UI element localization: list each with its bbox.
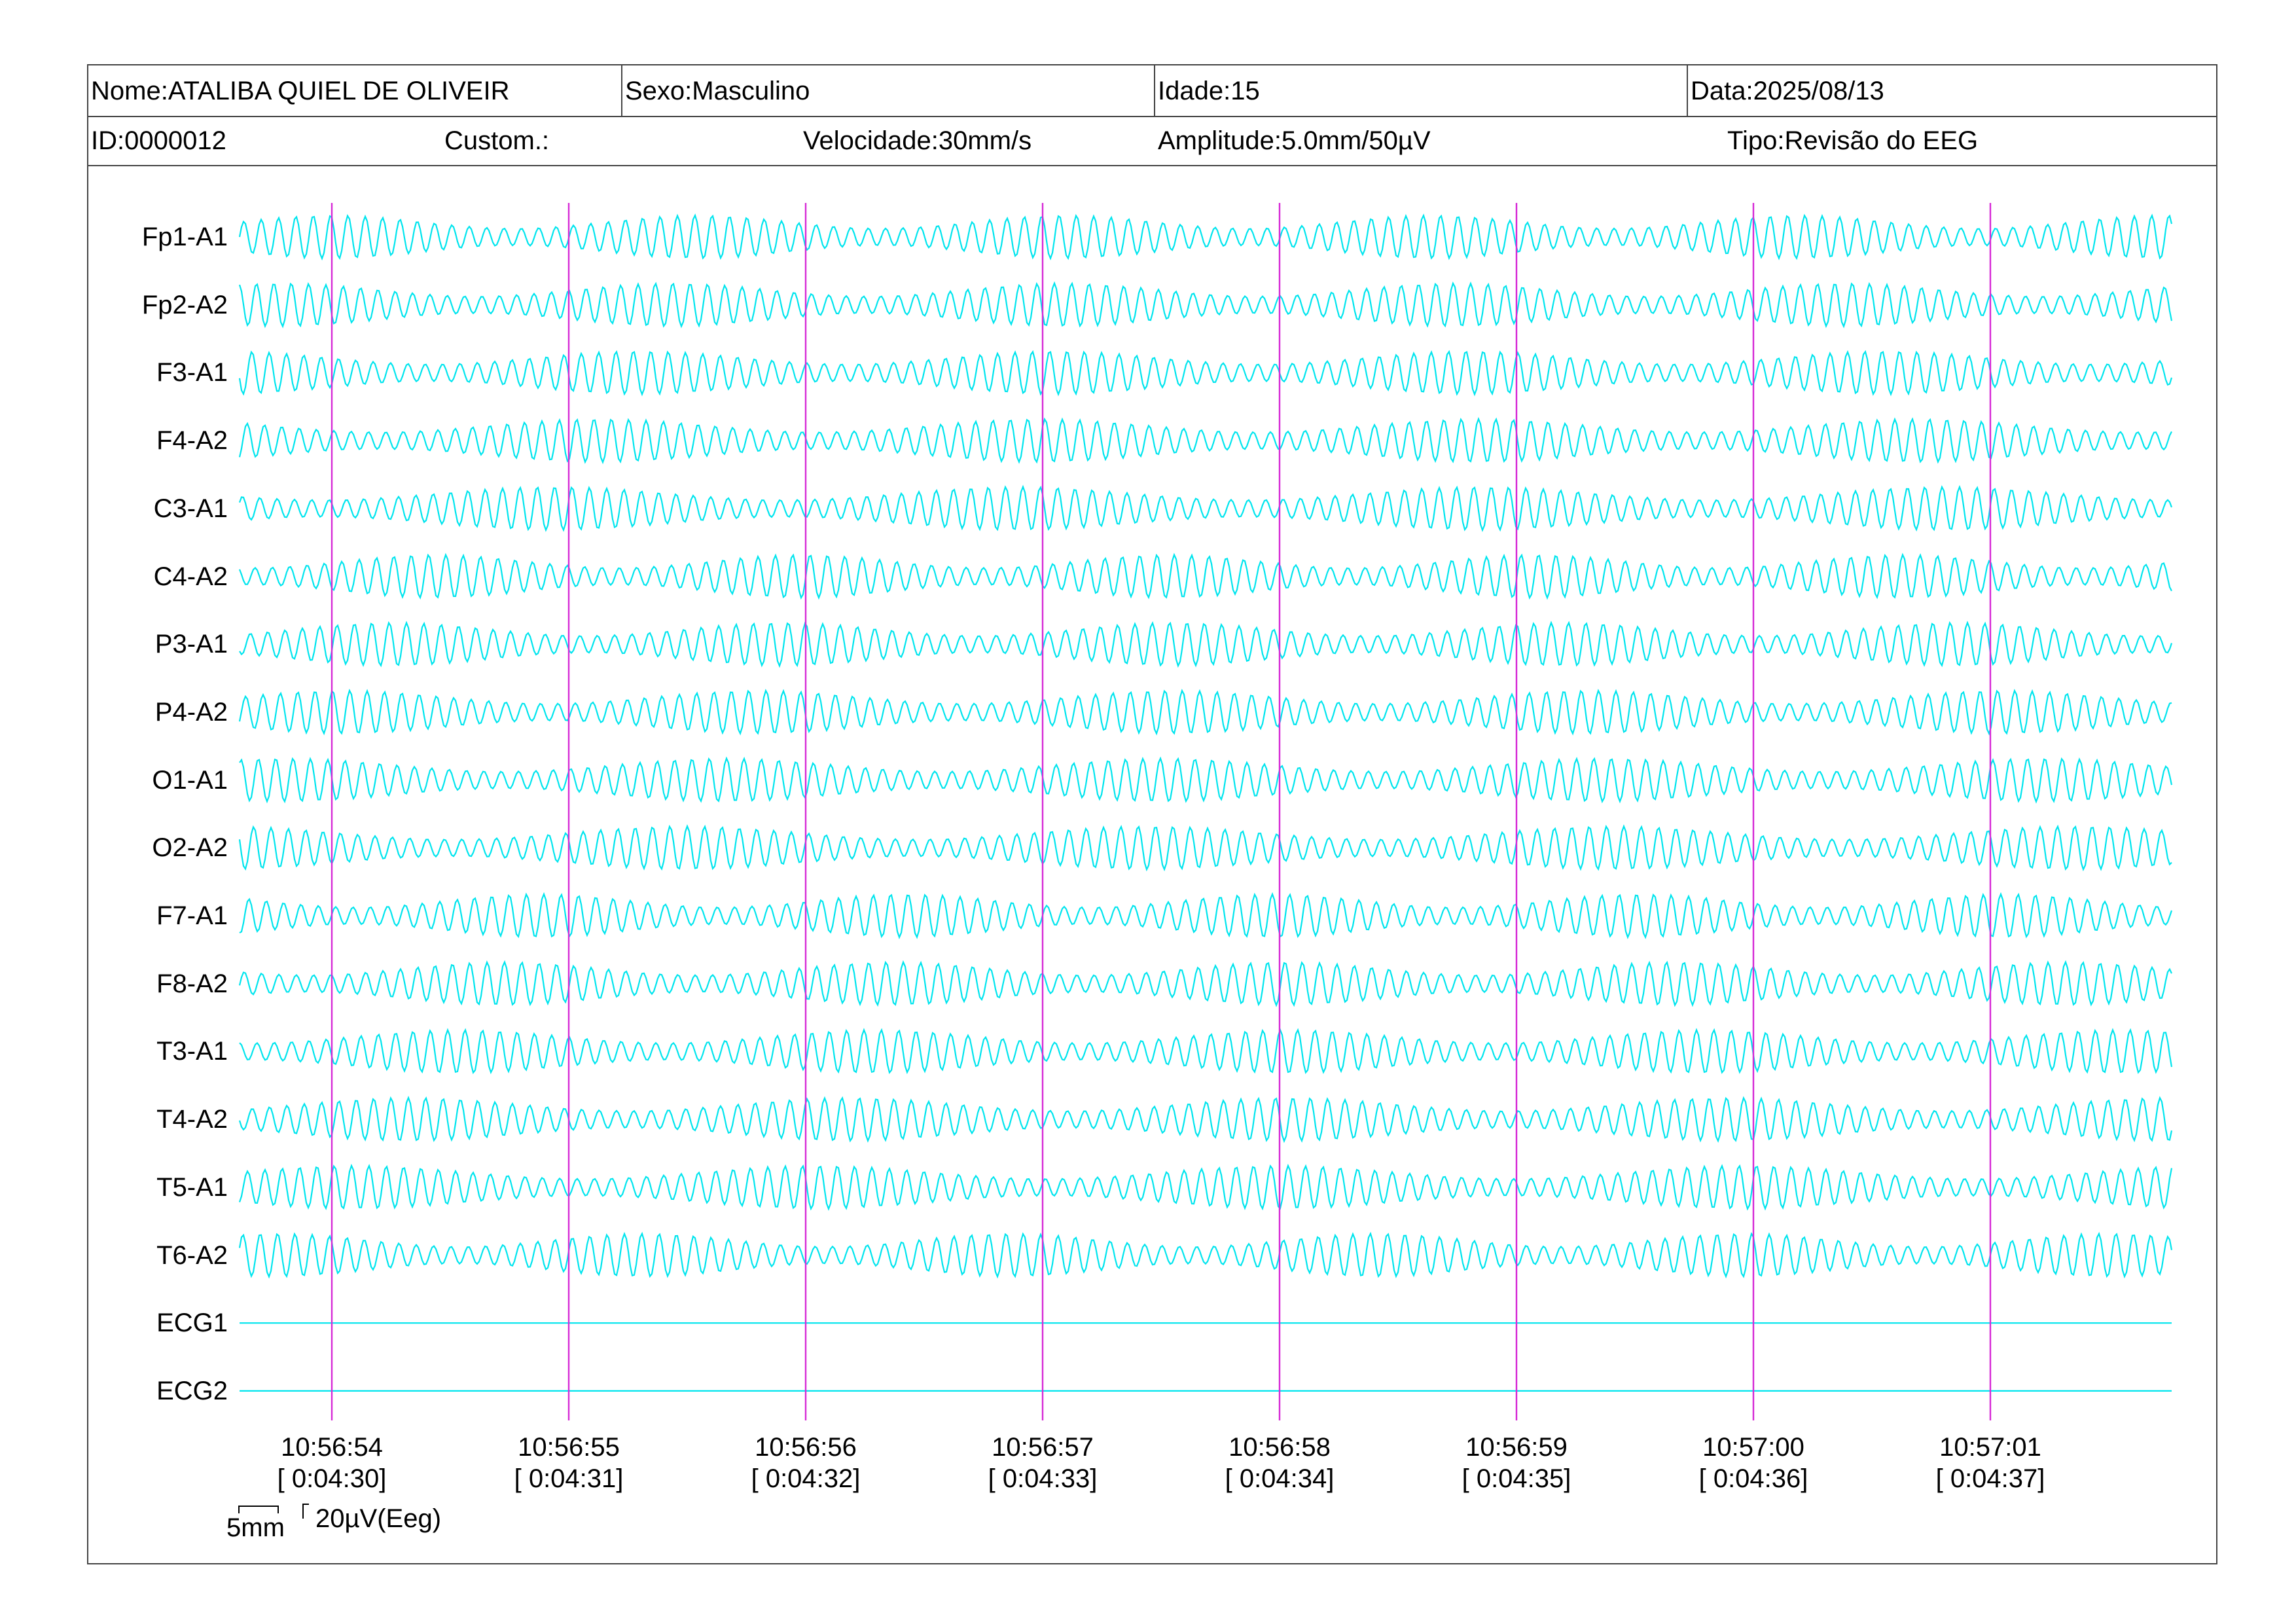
time-marker-elapsed: [ 0:04:33] bbox=[988, 1464, 1098, 1493]
channel-label: Fp1-A1 bbox=[141, 223, 228, 251]
channel-label: F4-A2 bbox=[156, 426, 228, 456]
time-scale-label: 5mm bbox=[226, 1513, 285, 1542]
time-marker-elapsed: [ 0:04:32] bbox=[751, 1464, 861, 1493]
time-marker-clock: 10:56:57 bbox=[992, 1433, 1094, 1462]
eeg-trace bbox=[238, 552, 2172, 600]
eeg-trace bbox=[238, 689, 2172, 736]
channel-label: F3-A1 bbox=[156, 358, 228, 388]
time-marker-elapsed: [ 0:04:36] bbox=[1698, 1464, 1808, 1493]
time-marker-elapsed: [ 0:04:37] bbox=[1935, 1464, 2045, 1493]
time-marker-clock: 10:56:59 bbox=[1465, 1433, 1568, 1462]
time-marker-clock: 10:56:58 bbox=[1229, 1433, 1331, 1462]
eeg-trace bbox=[238, 1231, 2173, 1279]
eeg-trace bbox=[238, 960, 2172, 1007]
channel-label: O2-A2 bbox=[152, 833, 228, 863]
channel-label: C4-A2 bbox=[153, 562, 228, 591]
channel-label: ECG1 bbox=[156, 1308, 228, 1338]
time-marker-elapsed: [ 0:04:34] bbox=[1225, 1464, 1335, 1493]
eeg-trace-area bbox=[238, 203, 2173, 1519]
eeg-trace bbox=[238, 416, 2172, 465]
time-marker-clock: 10:57:00 bbox=[1702, 1433, 1804, 1462]
amplitude-scale-label: 20µV(Eeg) bbox=[315, 1504, 442, 1533]
time-marker-clock: 10:56:56 bbox=[755, 1433, 857, 1462]
channel-label: C3-A1 bbox=[153, 494, 228, 523]
time-marker-clock: 10:56:55 bbox=[518, 1433, 620, 1462]
channel-label: T4-A2 bbox=[156, 1105, 228, 1134]
eeg-trace bbox=[238, 350, 2173, 397]
eeg-trace bbox=[239, 1028, 2173, 1075]
eeg-trace bbox=[238, 213, 2173, 261]
eeg-trace bbox=[238, 1163, 2173, 1211]
channel-label: F7-A1 bbox=[156, 901, 228, 930]
channel-label: P3-A1 bbox=[154, 630, 228, 659]
time-marker-elapsed: [ 0:04:31] bbox=[514, 1464, 624, 1493]
eeg-trace bbox=[238, 281, 2173, 329]
eeg-trace bbox=[239, 892, 2173, 939]
channel-label: O1-A1 bbox=[152, 765, 228, 795]
channel-label: T3-A1 bbox=[156, 1037, 228, 1066]
eeg-trace bbox=[238, 484, 2173, 532]
eeg-trace bbox=[239, 756, 2173, 804]
amplitude-scale-bar bbox=[302, 1504, 309, 1519]
time-marker-clock: 10:56:54 bbox=[281, 1433, 383, 1462]
eeg-trace bbox=[238, 824, 2172, 872]
time-marker-elapsed: [ 0:04:35] bbox=[1462, 1464, 1571, 1493]
time-marker-clock: 10:57:01 bbox=[1939, 1433, 2041, 1462]
time-marker-elapsed: [ 0:04:30] bbox=[277, 1464, 387, 1493]
channel-label: F8-A2 bbox=[156, 969, 228, 998]
channel-label: T6-A2 bbox=[156, 1240, 228, 1270]
channel-label: Fp2-A2 bbox=[141, 290, 228, 319]
eeg-trace bbox=[239, 621, 2173, 668]
channel-label: ECG2 bbox=[156, 1376, 228, 1405]
eeg-trace bbox=[238, 1095, 2173, 1144]
channel-label: T5-A1 bbox=[156, 1172, 228, 1202]
channel-label: P4-A2 bbox=[154, 697, 228, 727]
